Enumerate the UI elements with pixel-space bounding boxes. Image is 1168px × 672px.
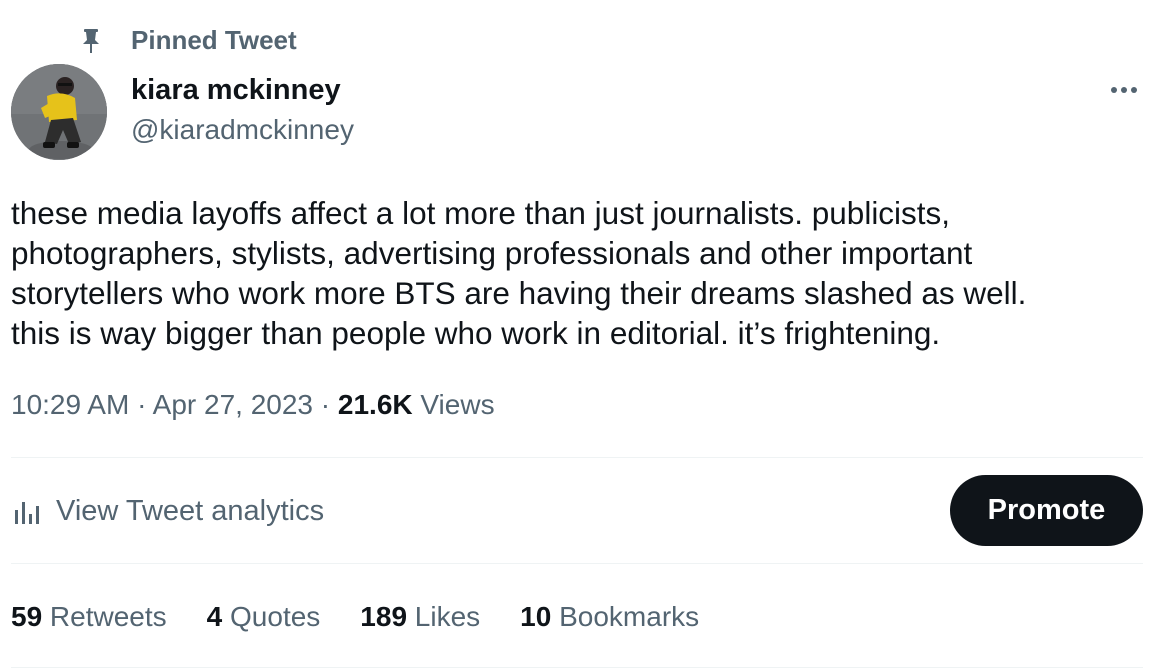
divider — [11, 667, 1143, 668]
quotes-count: 4 — [206, 601, 223, 632]
likes-label: Likes — [407, 601, 481, 632]
analytics-label: View Tweet analytics — [56, 495, 325, 527]
views-label: Views — [412, 389, 495, 420]
promote-button[interactable]: Promote — [950, 475, 1143, 546]
bookmarks-stat[interactable]: 10 Bookmarks — [520, 598, 699, 636]
pinned-label: Pinned Tweet — [131, 25, 297, 55]
tweet-date[interactable]: Apr 27, 2023 — [153, 389, 313, 420]
tweet-text: these media layoffs affect a lot more th… — [11, 195, 1027, 351]
quotes-stat[interactable]: 4 Quotes — [207, 598, 321, 636]
analytics-bar-icon — [11, 496, 45, 526]
bookmarks-count: 10 — [520, 601, 552, 632]
more-options-button[interactable] — [1104, 72, 1144, 108]
view-analytics-link[interactable]: View Tweet analytics — [11, 490, 324, 532]
pinned-indicator — [78, 24, 104, 56]
author-display-name[interactable]: kiara mckinney — [131, 72, 341, 108]
divider — [11, 563, 1143, 564]
meta-separator: · — [313, 389, 338, 420]
tweet-meta: 10:29 AM · Apr 27, 2023 · 21.6K Views — [11, 386, 495, 424]
pin-icon — [78, 25, 104, 55]
likes-stat[interactable]: 189 Likes — [360, 598, 480, 636]
retweets-label: Retweets — [42, 601, 167, 632]
divider — [11, 457, 1143, 458]
author-handle[interactable]: @kiaradmckinney — [131, 112, 354, 148]
tweet-time[interactable]: 10:29 AM — [11, 389, 129, 420]
avatar[interactable] — [11, 64, 107, 160]
retweets-stat[interactable]: 59 Retweets — [11, 598, 167, 636]
likes-count: 189 — [360, 601, 408, 632]
bookmarks-label: Bookmarks — [551, 601, 700, 632]
retweets-count: 59 — [11, 601, 43, 632]
views-count: 21.6K — [337, 389, 413, 420]
engagement-stats: 59 Retweets 4 Quotes 189 Likes 10 Bookma… — [11, 597, 739, 637]
meta-separator: · — [129, 389, 153, 420]
more-horizontal-icon — [1110, 81, 1138, 99]
quotes-label: Quotes — [222, 601, 321, 632]
